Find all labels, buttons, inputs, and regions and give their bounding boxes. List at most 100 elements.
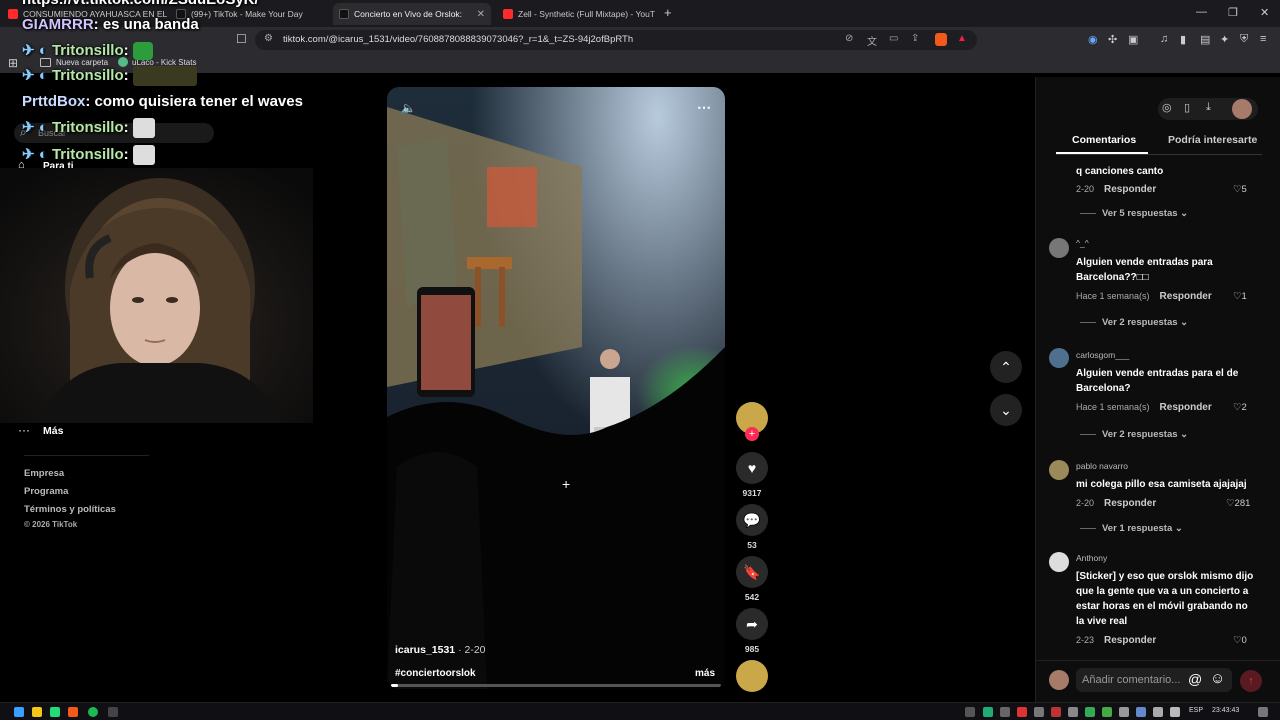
link-empresa[interactable]: Empresa bbox=[24, 468, 64, 479]
tray-icon[interactable] bbox=[1000, 707, 1010, 717]
avatar[interactable] bbox=[1049, 238, 1069, 258]
comment-like[interactable]: ♡5 bbox=[1233, 184, 1247, 195]
like-button[interactable]: ♥ bbox=[736, 452, 768, 484]
more-caption-button[interactable]: más bbox=[695, 668, 715, 679]
language-indicator[interactable]: ESP bbox=[1189, 707, 1203, 714]
comment-like[interactable]: ♡0 bbox=[1233, 635, 1247, 646]
screen-icon[interactable]: ▭ bbox=[889, 33, 898, 44]
file-explorer-icon[interactable] bbox=[32, 707, 42, 717]
comment-count: 53 bbox=[747, 540, 757, 550]
reply-button[interactable]: Responder bbox=[1104, 498, 1156, 509]
tray-icon[interactable] bbox=[1017, 707, 1027, 717]
network-icon[interactable] bbox=[1153, 707, 1163, 717]
comment-like[interactable]: ♡2 bbox=[1233, 402, 1247, 413]
view-replies[interactable]: Ver 5 respuestas ⌄ bbox=[1080, 208, 1188, 219]
restore-icon[interactable]: ❐ bbox=[1228, 6, 1238, 19]
audio-icon[interactable]: ◉ bbox=[1088, 33, 1098, 46]
avatar[interactable] bbox=[1049, 460, 1069, 480]
site-info-icon[interactable]: ⚙ bbox=[264, 33, 273, 44]
apps-grid-icon[interactable]: ⊞ bbox=[8, 56, 18, 70]
comment-input[interactable]: Añadir comentario... @ ☺ bbox=[1076, 668, 1232, 692]
compass-icon[interactable]: ◎ bbox=[1162, 101, 1172, 114]
reply-button[interactable]: Responder bbox=[1160, 402, 1212, 413]
avatar[interactable] bbox=[1049, 552, 1069, 572]
emoji-icon[interactable]: ☺ bbox=[1210, 670, 1225, 687]
tray-icon[interactable] bbox=[1102, 707, 1112, 717]
link-terminos[interactable]: Términos y políticas bbox=[24, 504, 116, 515]
tray-icon[interactable] bbox=[1136, 707, 1146, 717]
tab-comentarios[interactable]: Comentarios bbox=[1072, 134, 1136, 146]
mention-icon[interactable]: @ bbox=[1188, 671, 1202, 687]
volume-tray-icon[interactable] bbox=[1170, 707, 1180, 717]
tab-podria-interesarte[interactable]: Podría interesarte bbox=[1168, 134, 1257, 146]
comment-user[interactable]: ^_^ bbox=[1076, 238, 1089, 248]
view-replies[interactable]: Ver 1 respuesta ⌄ bbox=[1080, 523, 1183, 534]
avatar[interactable] bbox=[1049, 348, 1069, 368]
send-comment-button[interactable]: ↑ bbox=[1240, 670, 1262, 692]
progress-bar[interactable] bbox=[391, 684, 721, 687]
tray-icon[interactable] bbox=[983, 707, 993, 717]
nav-mas[interactable]: Más bbox=[43, 425, 63, 437]
more-options-icon[interactable]: ⋯ bbox=[697, 99, 711, 116]
save-button[interactable]: 🔖 bbox=[736, 556, 768, 588]
extensions-icon[interactable]: ✣ bbox=[1108, 33, 1117, 46]
close-tab-icon[interactable]: ✕ bbox=[477, 9, 485, 20]
tab-youtube-zell[interactable]: Zell - Synthetic (Full Mixtape) - YouTu bbox=[497, 3, 655, 25]
comment-user[interactable]: carlosgom___ bbox=[1076, 350, 1129, 360]
url-field[interactable]: ⚙ tiktok.com/@icarus_1531/video/76088780… bbox=[255, 30, 977, 50]
music-icon[interactable]: ♫ bbox=[1160, 33, 1168, 45]
notifications-icon[interactable] bbox=[1258, 707, 1268, 717]
spotify-icon[interactable] bbox=[88, 707, 98, 717]
tray-icon[interactable] bbox=[1034, 707, 1044, 717]
tab-concierto-active[interactable]: Concierto en Vivo de Orslok: ✕ bbox=[333, 3, 491, 25]
share-icon[interactable]: ⇪ bbox=[911, 33, 919, 44]
sound-avatar[interactable] bbox=[736, 660, 768, 692]
leo-icon[interactable]: ✦ bbox=[1220, 33, 1229, 46]
translate-icon[interactable]: 文 bbox=[867, 33, 877, 48]
wallet2-icon[interactable]: ▤ bbox=[1200, 33, 1210, 46]
reader-icon[interactable]: ⊘ bbox=[845, 33, 853, 44]
new-tab-button[interactable]: + bbox=[664, 5, 672, 20]
phone-icon[interactable]: ▯ bbox=[1184, 101, 1190, 114]
minimize-icon[interactable]: — bbox=[1196, 6, 1207, 18]
brave-shield-icon[interactable] bbox=[935, 33, 947, 46]
profile-avatar[interactable] bbox=[1232, 99, 1252, 119]
comment-like[interactable]: ♡1 bbox=[1233, 291, 1247, 302]
share-button[interactable]: ➦ bbox=[736, 608, 768, 640]
tray-icon[interactable] bbox=[1068, 707, 1078, 717]
windows-start-icon[interactable] bbox=[14, 707, 24, 717]
comment-user[interactable]: pablo navarro bbox=[1076, 461, 1128, 471]
vpn-icon[interactable]: ⛨ bbox=[1240, 33, 1248, 46]
brave-rewards-icon[interactable]: ▲ bbox=[957, 33, 967, 44]
previous-video-button[interactable]: ⌃ bbox=[990, 351, 1022, 383]
reply-button[interactable]: Responder bbox=[1160, 291, 1212, 302]
clock[interactable]: 23:43:43 bbox=[1212, 707, 1239, 714]
video-player[interactable]: 🔈 ⋯ icarus_1531 · 2-20 #conciertoorslok … bbox=[387, 87, 725, 689]
view-replies[interactable]: Ver 2 respuestas ⌄ bbox=[1080, 317, 1188, 328]
follow-plus-icon[interactable]: + bbox=[745, 427, 759, 441]
video-author[interactable]: icarus_1531 · 2-20 bbox=[395, 644, 486, 656]
close-window-icon[interactable]: ✕ bbox=[1260, 6, 1269, 19]
sidebar-toggle-icon[interactable]: ▮ bbox=[1180, 33, 1186, 46]
volume-icon[interactable]: 🔈 bbox=[401, 101, 416, 115]
brave-icon[interactable] bbox=[68, 707, 78, 717]
tray-icon[interactable] bbox=[1119, 707, 1129, 717]
reply-button[interactable]: Responder bbox=[1104, 184, 1156, 195]
link-programa[interactable]: Programa bbox=[24, 486, 68, 497]
tray-icon[interactable] bbox=[1085, 707, 1095, 717]
menu-icon[interactable]: ≡ bbox=[1260, 33, 1266, 45]
obs-icon[interactable] bbox=[108, 707, 118, 717]
bookmark-icon[interactable]: ☐ bbox=[236, 32, 247, 46]
tray-icon[interactable] bbox=[1051, 707, 1061, 717]
app-icon[interactable] bbox=[50, 707, 60, 717]
video-hashtag[interactable]: #conciertoorslok bbox=[395, 668, 476, 679]
reply-button[interactable]: Responder bbox=[1104, 635, 1156, 646]
download-icon[interactable]: ⤓ bbox=[1206, 101, 1211, 114]
next-video-button[interactable]: ⌄ bbox=[990, 394, 1022, 426]
comment-like[interactable]: ♡281 bbox=[1226, 498, 1250, 509]
view-replies[interactable]: Ver 2 respuestas ⌄ bbox=[1080, 429, 1188, 440]
comment-button[interactable]: 💬 bbox=[736, 504, 768, 536]
tray-icon[interactable] bbox=[965, 707, 975, 717]
wallet-icon[interactable]: ▣ bbox=[1128, 33, 1138, 46]
comment-user[interactable]: Anthony bbox=[1076, 553, 1107, 563]
